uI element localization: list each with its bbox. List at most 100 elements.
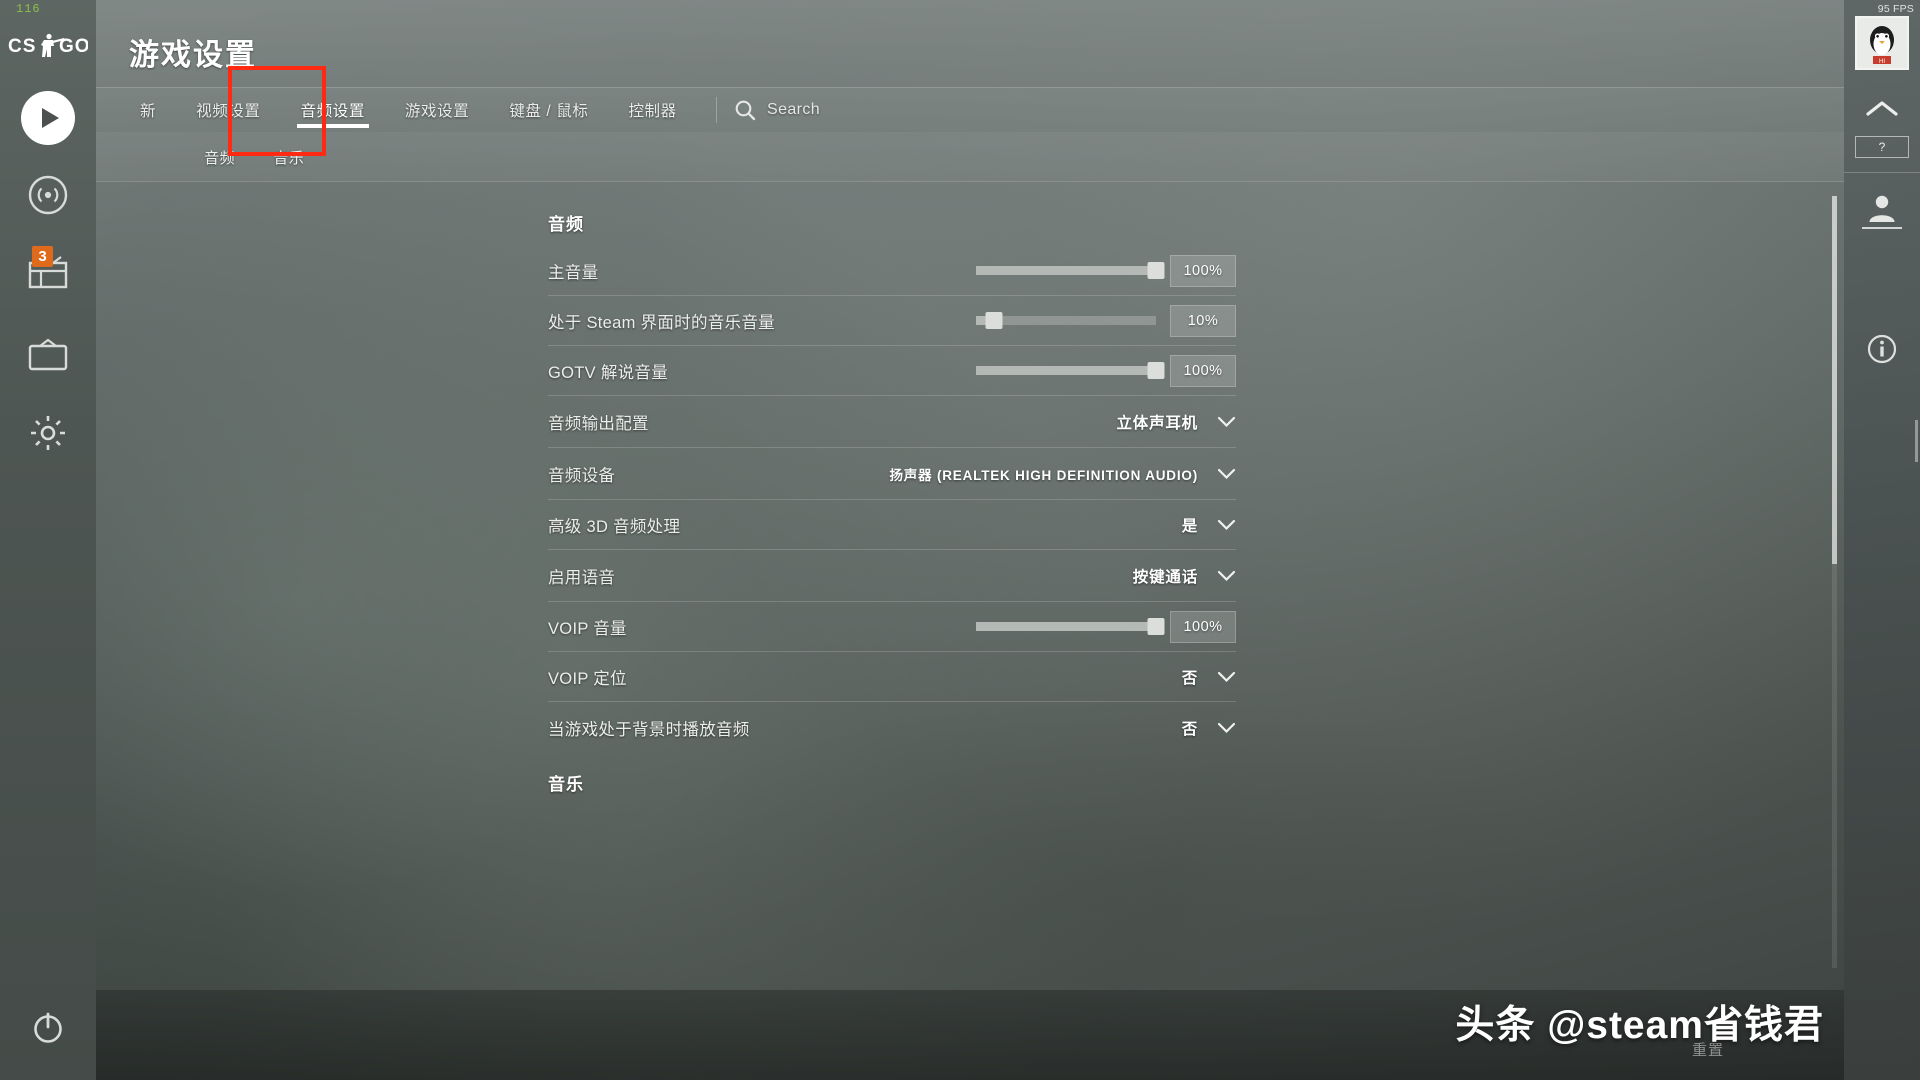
tab-video-settings[interactable]: 视频设置 [176, 88, 280, 132]
sidebar-item-play[interactable] [0, 91, 96, 145]
slider-knob[interactable] [1147, 262, 1165, 279]
row-label: 当游戏处于背景时播放音频 [548, 721, 750, 739]
setting-row-play-audio-in-background[interactable]: 当游戏处于背景时播放音频 否 [548, 702, 1236, 754]
svg-text:CS: CS [8, 36, 36, 57]
slider-steam-ui-music-volume[interactable] [976, 312, 1156, 329]
subtab-list: 音频 音乐 [204, 132, 304, 182]
tab-label: 键盘 / 鼠标 [509, 103, 589, 120]
avatar[interactable]: HI [1855, 16, 1909, 70]
slider-fill [976, 266, 1156, 275]
broadcast-icon [28, 175, 68, 215]
tab-label: 音频设置 [300, 103, 365, 120]
row-control: 10% [976, 304, 1236, 337]
row-control: 100% [976, 354, 1236, 387]
sidebar-item-watch[interactable] [0, 330, 96, 380]
power-icon [34, 1012, 62, 1043]
avatar-image: HI [1857, 18, 1907, 68]
slider-knob[interactable] [1147, 362, 1165, 379]
active-tab-underline [296, 124, 369, 128]
value-voip-positioning: 否 [1181, 669, 1198, 687]
row-control: 100% [976, 610, 1236, 643]
row-label: VOIP 定位 [548, 669, 627, 688]
row-control[interactable]: 扬声器 (REALTEK HIGH DEFINITION AUDIO) [890, 464, 1237, 484]
slider-voip-volume[interactable] [976, 618, 1165, 635]
slider-knob[interactable] [1147, 618, 1165, 635]
setting-row-audio-output-config[interactable]: 音频输出配置 立体声耳机 [548, 396, 1236, 448]
tab-controller[interactable]: 控制器 [608, 88, 696, 132]
page-title: 游戏设置 [129, 39, 257, 72]
inventory-badge-count: 3 [32, 245, 53, 267]
chevron-down-icon[interactable] [1217, 416, 1236, 428]
setting-row-voip-volume[interactable]: VOIP 音量 100% [548, 602, 1236, 652]
setting-row-advanced-3d-audio[interactable]: 高级 3D 音频处理 是 [548, 500, 1236, 550]
chevron-down-icon[interactable] [1217, 519, 1236, 531]
row-control[interactable]: 否 [1182, 717, 1236, 739]
tab-audio-settings[interactable]: 音频设置 [281, 88, 385, 132]
chevron-down-icon[interactable] [1217, 722, 1236, 734]
row-control[interactable]: 否 [1182, 666, 1236, 688]
settings-tab-bar: 新 视频设置 音频设置 游戏设置 键盘 / 鼠标 控制器 Search [96, 88, 1844, 132]
value-enable-voice: 按键通话 [1132, 568, 1198, 586]
row-label: 高级 3D 音频处理 [548, 517, 681, 536]
row-control: 100% [976, 254, 1236, 287]
slider-gotv-volume[interactable] [976, 362, 1165, 379]
content-scrollbar-thumb[interactable] [1832, 196, 1837, 564]
setting-row-gotv-commentary-volume[interactable]: GOTV 解说音量 100% [548, 346, 1236, 396]
search-input[interactable]: Search [734, 88, 820, 132]
tab-keyboard-mouse[interactable]: 键盘 / 鼠标 [489, 88, 608, 132]
chevron-down-icon[interactable] [1217, 570, 1236, 582]
value-audio-output-config: 立体声耳机 [1116, 414, 1198, 432]
profile-icon[interactable] [1844, 186, 1920, 230]
power-button[interactable] [0, 1010, 96, 1046]
fps-counter: 95 FPS [1877, 3, 1914, 15]
tv-icon [28, 338, 68, 371]
slider-master-volume[interactable] [976, 262, 1165, 279]
setting-row-master-volume[interactable]: 主音量 100% [548, 246, 1236, 296]
value-master-volume[interactable]: 100% [1170, 254, 1236, 287]
tab-list: 新 视频设置 音频设置 游戏设置 键盘 / 鼠标 控制器 [120, 88, 697, 132]
row-label: 处于 Steam 界面时的音乐音量 [548, 313, 775, 332]
sidebar-item-broadcast[interactable] [0, 170, 96, 220]
slider-fill [976, 366, 1156, 375]
value-voip-volume[interactable]: 100% [1170, 610, 1236, 643]
tab-game-settings[interactable]: 游戏设置 [385, 88, 489, 132]
csgo-logo-icon: CS GO [8, 33, 90, 57]
subtab-music[interactable]: 音乐 [273, 147, 304, 168]
csgo-logo: CS GO [0, 32, 96, 64]
tab-label: 控制器 [628, 103, 677, 120]
row-control[interactable]: 立体声耳机 [1116, 411, 1236, 433]
tab-new[interactable]: 新 [120, 88, 176, 132]
row-control[interactable]: 按键通话 [1133, 565, 1236, 587]
value-audio-device: 扬声器 (REALTEK HIGH DEFINITION AUDIO) [889, 467, 1198, 483]
help-button[interactable]: ? [1855, 136, 1909, 158]
play-button-circle[interactable] [21, 91, 75, 145]
play-triangle-icon [42, 108, 59, 128]
value-steam-ui-music-volume[interactable]: 10% [1170, 304, 1236, 337]
steam-rail-divider [1844, 172, 1920, 173]
row-label: 启用语音 [548, 568, 616, 587]
gear-icon [31, 416, 65, 450]
subtab-audio[interactable]: 音频 [204, 147, 235, 168]
collapse-chevron-icon[interactable] [1844, 92, 1920, 126]
svg-text:HI: HI [1879, 59, 1885, 65]
slider-knob[interactable] [985, 312, 1003, 329]
chevron-down-icon[interactable] [1217, 468, 1236, 480]
settings-content-panel: 音频 主音量 100% 处于 Steam 界面时的音乐音量 10% GOTV 解… [96, 182, 1844, 990]
row-label: GOTV 解说音量 [548, 363, 669, 382]
row-control[interactable]: 是 [1182, 514, 1236, 536]
corner-frame-counter: 116 [16, 2, 41, 16]
sidebar-item-settings[interactable] [0, 408, 96, 458]
settings-content-inner: 音频 主音量 100% 处于 Steam 界面时的音乐音量 10% GOTV 解… [96, 182, 1844, 990]
value-play-audio-in-background: 否 [1181, 721, 1198, 738]
setting-row-steam-ui-music-volume[interactable]: 处于 Steam 界面时的音乐音量 10% [548, 296, 1236, 346]
info-icon[interactable] [1844, 330, 1920, 368]
slider-fill [976, 622, 1156, 631]
setting-row-audio-device[interactable]: 音频设备 扬声器 (REALTEK HIGH DEFINITION AUDIO) [548, 448, 1236, 500]
chevron-down-icon[interactable] [1217, 671, 1236, 683]
row-label: 主音量 [548, 263, 599, 282]
setting-row-enable-voice[interactable]: 启用语音 按键通话 [548, 550, 1236, 602]
value-gotv-volume[interactable]: 100% [1170, 354, 1236, 387]
setting-row-voip-positioning[interactable]: VOIP 定位 否 [548, 652, 1236, 702]
steam-rail-scrollbar[interactable] [1915, 420, 1918, 462]
sidebar-item-inventory[interactable]: 3 [0, 245, 96, 300]
